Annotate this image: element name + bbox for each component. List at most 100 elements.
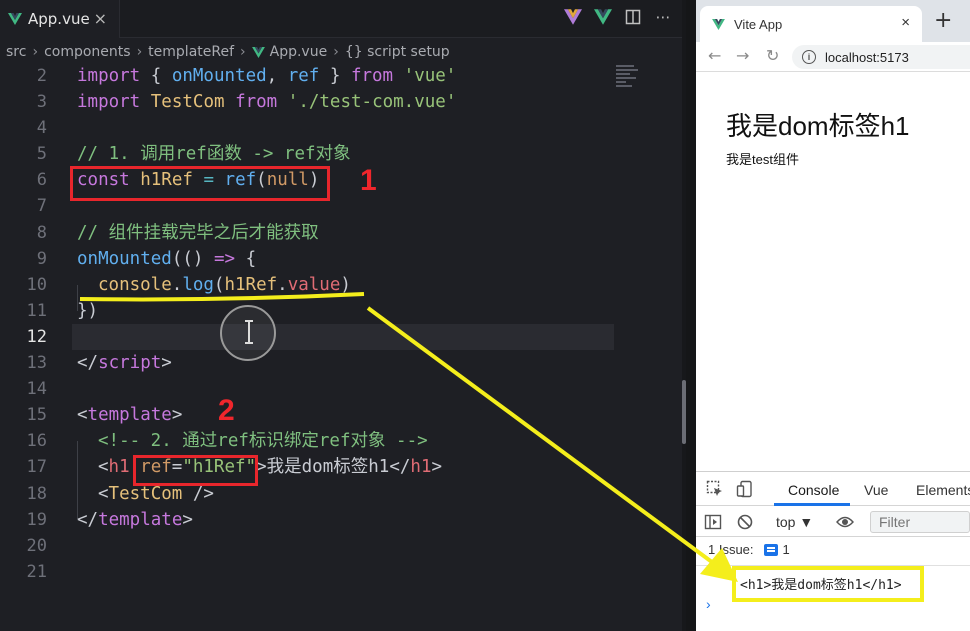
code-line: 13 </script> — [0, 350, 686, 376]
line-number: 7 — [36, 196, 47, 217]
line-number: 9 — [36, 248, 47, 269]
code-line: 19 </template> — [0, 507, 686, 533]
line-number: 2 — [36, 66, 47, 86]
code-line: 10 console.log(h1Ref.value) — [0, 272, 686, 298]
highlight-box-console-output — [732, 566, 924, 602]
close-icon[interactable]: × — [901, 14, 910, 31]
issue-message-icon — [763, 543, 778, 556]
line-number: 3 — [36, 92, 47, 113]
annotation-badge-1: 1 — [360, 164, 377, 197]
breadcrumb-item[interactable]: {} script setup — [345, 44, 450, 60]
editor-tab-app-vue[interactable]: App.vue × — [0, 0, 120, 38]
editor-toolbar: ⋯ — [564, 8, 672, 26]
line-number: 5 — [36, 144, 47, 165]
breadcrumb-item[interactable]: App.vue — [270, 44, 328, 60]
vue-devtools-icon[interactable] — [564, 8, 582, 26]
new-tab-button[interactable]: + — [934, 10, 952, 32]
page-component-text: 我是test组件 — [726, 152, 799, 167]
code-line: 11}) — [0, 298, 686, 324]
window-divider — [686, 0, 696, 631]
code-line: 20 — [0, 533, 686, 559]
annotation-badge-2: 2 — [218, 394, 235, 427]
tab-vue[interactable]: Vue — [864, 482, 888, 498]
line-number: 16 — [26, 431, 47, 452]
browser-tab[interactable]: Vite App × — [700, 6, 922, 42]
editor-tab-bar: App.vue × ⋯ — [0, 0, 686, 38]
code-line: 21 — [0, 559, 686, 585]
context-select[interactable]: top ▼ — [776, 514, 813, 530]
line-number: 13 — [26, 353, 47, 374]
reload-icon[interactable]: ↻ — [766, 46, 779, 65]
line-number: 6 — [36, 170, 47, 191]
issues-badge[interactable]: 1 — [763, 542, 790, 557]
inspect-element-icon[interactable] — [706, 480, 724, 498]
issues-label: 1 Issue: — [708, 542, 754, 557]
line-number: 18 — [26, 483, 47, 504]
close-icon[interactable]: × — [94, 9, 107, 28]
code-line: 16 <!-- 2. 通过ref标识绑定ref对象 --> — [0, 428, 686, 454]
tab-elements[interactable]: Elements — [916, 482, 970, 498]
split-editor-icon[interactable] — [624, 8, 642, 26]
highlight-box-ref-declaration — [70, 166, 330, 201]
chevron-right-icon: › — [333, 44, 339, 60]
code-line: 3 import TestCom from './test-com.vue' — [0, 89, 686, 115]
line-number: 4 — [36, 118, 47, 139]
vue-file-icon — [8, 13, 22, 25]
code-line: 9 onMounted(() => { — [0, 246, 686, 272]
vue-favicon-icon — [712, 18, 725, 30]
issues-summary[interactable]: 1 Issue: 1 — [708, 542, 790, 557]
code-line: 14 — [0, 376, 686, 402]
devtools-tabs: Console Vue Elements — [696, 472, 970, 506]
line-number: 19 — [26, 509, 47, 530]
line-number: 11 — [26, 300, 47, 321]
highlight-box-ref-attribute — [133, 455, 258, 486]
devtools-panel: Console Vue Elements top ▼ 1 Issue: 1 <h… — [696, 471, 970, 631]
clear-console-icon[interactable] — [736, 513, 754, 531]
line-number: 10 — [26, 274, 47, 295]
code-line: 12 — [0, 324, 686, 350]
breadcrumb-item[interactable]: components — [44, 44, 131, 60]
site-info-icon[interactable]: i — [802, 50, 816, 64]
chevron-right-icon: › — [136, 44, 143, 60]
chevron-right-icon: › — [32, 44, 39, 60]
line-number: 15 — [26, 405, 47, 426]
code-line: 4 — [0, 115, 686, 141]
forward-arrow-icon[interactable]: → — [736, 46, 749, 65]
issues-count: 1 — [782, 542, 790, 557]
browser-tab-strip: Vite App × + — [696, 0, 970, 42]
line-number: 21 — [26, 561, 47, 582]
console-prompt[interactable]: › — [706, 596, 711, 612]
page-heading: 我是dom标签h1 — [726, 111, 910, 141]
code-line: 2 import { onMounted, ref } from 'vue' — [0, 63, 686, 89]
sidebar-toggle-icon[interactable] — [704, 513, 722, 531]
code-line: 15 <template> — [0, 402, 686, 428]
url-input[interactable]: i localhost:5173 — [792, 45, 970, 69]
code-editor[interactable]: App.vue × ⋯ src › components › templateR… — [0, 0, 686, 631]
url-text: localhost:5173 — [825, 49, 909, 65]
chevron-right-icon: › — [240, 44, 246, 60]
code-line: 17 <h1 ref="h1Ref">我是dom标签h1</h1> — [0, 454, 686, 480]
line-number: 17 — [26, 457, 47, 478]
filter-input[interactable] — [870, 511, 970, 533]
breadcrumb-item[interactable]: templateRef — [148, 44, 234, 60]
more-actions-icon[interactable]: ⋯ — [654, 8, 672, 26]
code-area[interactable]: 2 import { onMounted, ref } from 'vue' 3i… — [0, 63, 686, 585]
line-number: 8 — [36, 222, 47, 243]
vue-icon[interactable] — [594, 8, 612, 26]
address-bar-row: ← → ↻ i localhost:5173 — [696, 42, 970, 72]
line-number: 12 — [26, 326, 47, 347]
device-toolbar-icon[interactable] — [736, 480, 754, 498]
breadcrumb-item[interactable]: src — [6, 44, 26, 60]
tab-console[interactable]: Console — [788, 482, 839, 498]
code-line: 5// 1. 调用ref函数 -> ref对象 — [0, 141, 686, 167]
editor-tab-label: App.vue — [28, 10, 90, 28]
vue-file-icon — [251, 46, 265, 58]
line-number: 14 — [26, 379, 47, 400]
eye-icon[interactable] — [836, 515, 854, 529]
back-arrow-icon[interactable]: ← — [708, 46, 721, 65]
browser-tab-title: Vite App — [734, 16, 783, 32]
browser-window: Vite App × + ← → ↻ i localhost:5173 我是do… — [696, 0, 970, 631]
line-number: 20 — [26, 535, 47, 556]
active-tab-indicator — [774, 503, 850, 506]
code-line: 18 <TestCom /> — [0, 481, 686, 507]
